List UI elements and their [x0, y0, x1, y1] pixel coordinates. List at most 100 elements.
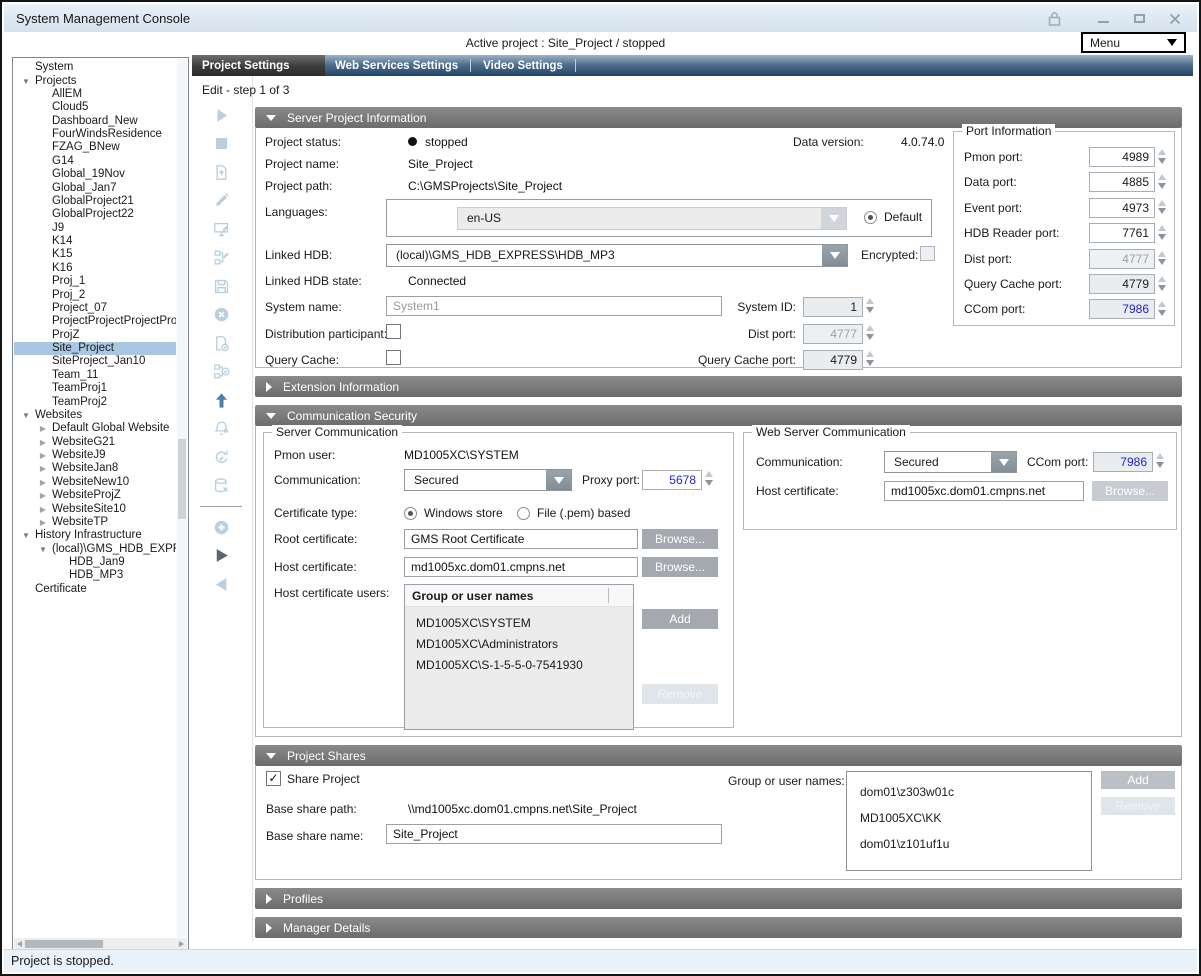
tree-item-websiteprojz[interactable]: ▶WebsiteProjZ [14, 489, 176, 502]
spinner[interactable] [1158, 225, 1168, 240]
tree-expand-icon[interactable]: ▶ [36, 489, 50, 502]
stop-icon[interactable] [208, 130, 234, 159]
scroll-right-icon[interactable] [179, 941, 184, 947]
tree-item-certificate[interactable]: Certificate [14, 583, 176, 596]
spinner[interactable] [1158, 149, 1168, 164]
new-project-icon[interactable] [208, 158, 234, 187]
user-item[interactable]: dom01\z101uf1u [847, 831, 1091, 857]
web-host-certificate-input[interactable] [884, 481, 1084, 501]
tree-item-history-infrastructure[interactable]: ▼History Infrastructure [14, 529, 176, 542]
distribution-participant-checkbox[interactable] [386, 324, 401, 339]
tree-item-default-global-website[interactable]: ▶Default Global Website [14, 422, 176, 435]
close-button[interactable] [1167, 12, 1183, 26]
root-certificate-browse-button[interactable]: Browse... [642, 529, 718, 549]
user-item[interactable]: MD1005XC\Administrators [405, 633, 633, 654]
tree-item-k14[interactable]: K14 [14, 235, 176, 248]
add-share-user-button[interactable]: Add [1101, 771, 1175, 789]
port-input[interactable]: 7986 [1089, 299, 1155, 319]
port-input[interactable]: 4885 [1089, 172, 1155, 192]
restore-hdb-icon[interactable] [208, 443, 234, 472]
share-users-list[interactable]: dom01\z303w01cMD1005XC\KKdom01\z101uf1u [846, 771, 1092, 871]
tree-expand-icon[interactable]: ▶ [36, 516, 50, 529]
port-input[interactable]: 4989 [1089, 147, 1155, 167]
communication-select[interactable]: Secured [404, 469, 572, 491]
scrollbar-thumb[interactable] [178, 439, 186, 519]
language-select[interactable]: en-US [457, 207, 847, 230]
upgrade-icon[interactable] [208, 386, 234, 415]
proxy-port-input[interactable]: 5678 [642, 470, 702, 490]
section-header-communication-security[interactable]: Communication Security [255, 405, 1182, 426]
tree-expand-icon[interactable]: ▶ [36, 449, 50, 462]
tree-vertical-scrollbar[interactable] [177, 59, 187, 937]
user-item[interactable]: MD1005XC\KK [847, 805, 1091, 831]
tree-item-teamproj1[interactable]: TeamProj1 [14, 382, 176, 395]
tab-web-services-settings[interactable]: Web Services Settings [325, 55, 468, 76]
tree-expand-icon[interactable]: ▶ [36, 503, 50, 516]
tree-expand-icon[interactable]: ▶ [36, 476, 50, 489]
pem-file-radio[interactable] [517, 507, 530, 520]
start-icon[interactable] [208, 101, 234, 130]
scrollbar-thumb[interactable] [25, 940, 103, 948]
tree-item-globalproject22[interactable]: GlobalProject22 [14, 208, 176, 221]
tree-expand-icon[interactable]: ▶ [36, 436, 50, 449]
tree-item-k16[interactable]: K16 [14, 262, 176, 275]
spinner[interactable] [866, 298, 876, 313]
minimize-button[interactable] [1095, 12, 1111, 26]
tree-item-k15[interactable]: K15 [14, 248, 176, 261]
spinner[interactable] [1158, 276, 1168, 291]
tree-item-websitejan8[interactable]: ▶WebsiteJan8 [14, 462, 176, 475]
notifications-off-icon[interactable] [208, 415, 234, 444]
tree-item-teamproj2[interactable]: TeamProj2 [14, 395, 176, 408]
tree-item-websitesite10[interactable]: ▶WebsiteSite10 [14, 502, 176, 515]
tree-item-globalproject21[interactable]: GlobalProject21 [14, 195, 176, 208]
user-item[interactable]: MD1005XC\S-1-5-5-0-7541930 [405, 654, 633, 675]
tree-collapse-icon[interactable]: ▼ [19, 75, 33, 88]
tree-item-local-gms-hdb-expres[interactable]: ▼(local)\GMS_HDB_EXPRES [14, 543, 176, 556]
tree-collapse-icon[interactable]: ▼ [19, 409, 33, 422]
spinner[interactable] [705, 471, 715, 486]
spinner[interactable] [866, 351, 876, 366]
user-item[interactable]: MD1005XC\SYSTEM [405, 612, 633, 633]
tree-item-project-07[interactable]: Project_07 [14, 302, 176, 315]
add-user-button[interactable]: Add [642, 609, 718, 629]
menu-dropdown[interactable]: Menu [1081, 32, 1186, 53]
system-name-input[interactable] [386, 296, 722, 316]
linked-hdb-select[interactable]: (local)\GMS_HDB_EXPRESS\HDB_MP3 [386, 244, 848, 267]
tree-item-websites[interactable]: ▼Websites [14, 409, 176, 422]
tree-expand-icon[interactable]: ▶ [36, 462, 50, 475]
cancel-icon[interactable] [208, 301, 234, 330]
dropdown-button[interactable] [821, 208, 846, 229]
run-icon[interactable] [208, 542, 234, 571]
tree-item-hdb-jan9[interactable]: HDB_Jan9 [14, 556, 176, 569]
tree-item-proj-2[interactable]: Proj_2 [14, 288, 176, 301]
section-header-profiles[interactable]: Profiles [255, 888, 1182, 909]
tree-item-site-project[interactable]: Site_Project [14, 342, 176, 355]
section-header-extension-information[interactable]: Extension Information [255, 376, 1182, 397]
scroll-left-icon[interactable] [17, 941, 22, 947]
save-icon[interactable] [208, 272, 234, 301]
tree-item-j9[interactable]: J9 [14, 222, 176, 235]
back-icon[interactable] [208, 570, 234, 599]
spinner[interactable] [1156, 453, 1166, 468]
dropdown-button[interactable] [822, 245, 847, 266]
tree-item-proj-1[interactable]: Proj_1 [14, 275, 176, 288]
query-cache-port-input[interactable]: 4779 [803, 350, 863, 370]
host-certificate-browse-button[interactable]: Browse... [642, 557, 718, 577]
tree-horizontal-scrollbar[interactable] [14, 938, 187, 949]
tree-item-projectprojectprojectproje[interactable]: ProjectProjectProjectProje [14, 315, 176, 328]
tab-project-settings[interactable]: Project Settings [192, 55, 325, 76]
web-communication-select[interactable]: Secured [884, 451, 1017, 473]
tree-item-g14[interactable]: G14 [14, 155, 176, 168]
tree-item-allem[interactable]: AllEM [14, 88, 176, 101]
dropdown-button[interactable] [991, 452, 1016, 472]
host-certificate-users-list[interactable]: Group or user names MD1005XC\SYSTEMMD100… [404, 584, 634, 730]
spinner[interactable] [1158, 301, 1168, 316]
section-header-manager-details[interactable]: Manager Details [255, 917, 1182, 938]
tree-item-projz[interactable]: ProjZ [14, 329, 176, 342]
project-check-icon[interactable] [208, 329, 234, 358]
tree-collapse-icon[interactable]: ▼ [36, 543, 50, 556]
tree-item-global-19nov[interactable]: Global_19Nov [14, 168, 176, 181]
website-edit-icon[interactable] [208, 215, 234, 244]
port-input[interactable]: 4973 [1089, 198, 1155, 218]
system-id-input[interactable]: 1 [803, 297, 863, 317]
